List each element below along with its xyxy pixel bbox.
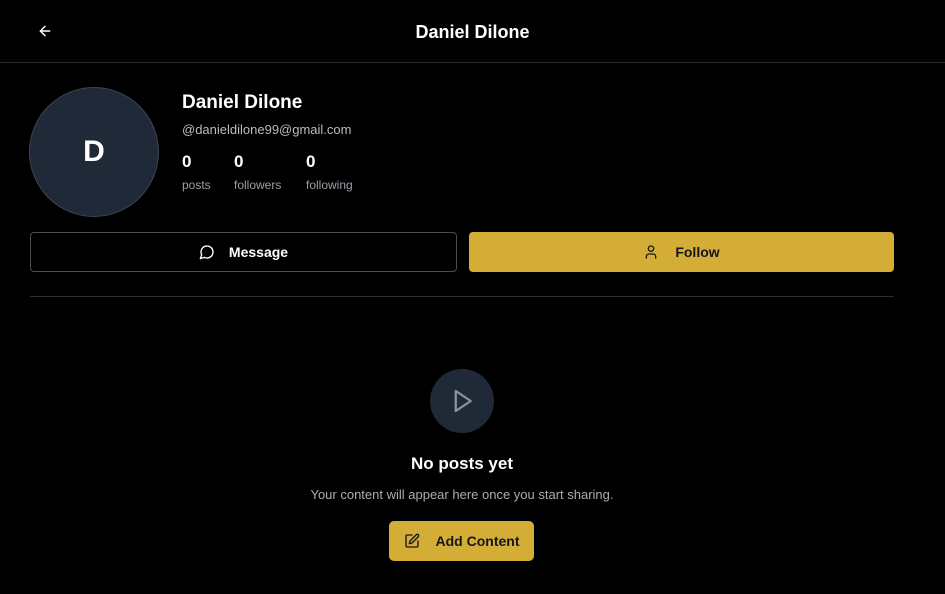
- stat-followers-value: 0: [234, 152, 244, 171]
- avatar-initial: D: [83, 135, 105, 168]
- stat-followers[interactable]: 0 followers: [234, 152, 281, 192]
- empty-state-title: No posts yet: [410, 454, 514, 473]
- message-button-label: Message: [228, 244, 289, 260]
- stat-posts: 0 posts: [182, 152, 211, 192]
- empty-state-icon-circle: [430, 369, 494, 433]
- stat-followers-label: followers: [234, 178, 282, 192]
- edit-icon: [404, 533, 419, 548]
- profile-handle: @danieldilone99@gmail.com: [182, 122, 352, 137]
- stat-following-label: following: [306, 178, 353, 192]
- message-button[interactable]: Message: [30, 232, 457, 272]
- profile-name: Daniel Dilone: [182, 92, 303, 113]
- user-icon: [645, 245, 657, 259]
- page-title: Daniel Dilone: [415, 22, 530, 42]
- top-bar: Daniel Dilone: [0, 0, 945, 63]
- follow-button[interactable]: Follow: [469, 232, 894, 272]
- section-divider: [30, 296, 894, 297]
- play-icon: [454, 389, 472, 413]
- follow-button-label: Follow: [675, 244, 720, 260]
- avatar: D: [29, 87, 159, 217]
- stat-posts-label: posts: [182, 178, 211, 192]
- message-circle-icon: [199, 245, 214, 260]
- stat-following[interactable]: 0 following: [306, 152, 353, 192]
- empty-state-subtitle: Your content will appear here once you s…: [310, 487, 614, 502]
- stat-posts-value: 0: [182, 152, 192, 171]
- add-content-button[interactable]: Add Content: [389, 521, 534, 561]
- stat-following-value: 0: [306, 152, 316, 171]
- add-content-button-label: Add Content: [435, 533, 520, 549]
- profile-page: Daniel Dilone D Daniel Dilone @danieldil…: [0, 0, 945, 594]
